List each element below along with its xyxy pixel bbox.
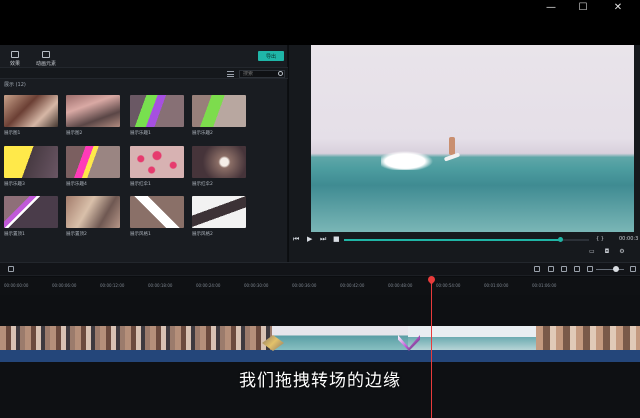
undo-icon[interactable] xyxy=(8,266,14,272)
previous-frame-button[interactable]: ⏮ xyxy=(293,236,299,243)
zoom-out-icon[interactable] xyxy=(587,266,593,272)
ruler-tick: 00:01:00:00 xyxy=(484,283,509,288)
maximize-button[interactable]: ☐ xyxy=(570,0,596,14)
effects-icon xyxy=(11,51,19,58)
category-label: 展示 (12) xyxy=(4,82,26,88)
media-thumbnail[interactable] xyxy=(192,146,246,178)
preview-timecode: 00:00:3 xyxy=(619,236,639,242)
media-thumbnail[interactable] xyxy=(130,95,184,127)
next-frame-button[interactable]: ⏭ xyxy=(320,236,326,243)
preview-tools[interactable]: ▭ ◘ ⚙ xyxy=(589,248,629,255)
video-clip[interactable] xyxy=(0,326,272,350)
media-thumbnail-label: 展示红伞1 xyxy=(130,182,151,187)
media-thumbnail[interactable] xyxy=(66,146,120,178)
subtitle-caption: 我们拖拽转场的边缘 xyxy=(239,371,401,391)
timeline-tracks xyxy=(0,295,640,418)
timeline-ruler[interactable]: 00:00:00:00 00:00:06:00 00:00:12:00 00:00:1… xyxy=(0,277,640,295)
ruler-tick: 00:00:30:00 xyxy=(244,283,269,288)
zoom-in-icon[interactable] xyxy=(630,266,636,272)
media-thumbnail[interactable] xyxy=(4,95,58,127)
surfboard xyxy=(443,152,461,162)
surfer xyxy=(449,137,455,155)
media-thumbnail[interactable] xyxy=(192,95,246,127)
media-thumbnail-label: 展示红伞2 xyxy=(192,182,213,187)
media-thumbnail-label: 展示乐趣1 xyxy=(130,131,151,136)
media-thumbnail-label: 展示置顶1 xyxy=(4,232,25,237)
ruler-tick: 00:00:24:00 xyxy=(196,283,221,288)
ruler-tick: 00:00:54:00 xyxy=(436,283,461,288)
scrubber-progress xyxy=(344,239,560,241)
video-clip[interactable] xyxy=(272,326,408,350)
mark-in-out[interactable]: { } xyxy=(596,236,604,242)
scrubber-handle[interactable] xyxy=(557,237,563,242)
media-thumbnail[interactable] xyxy=(130,146,184,178)
timeline-toolbar xyxy=(0,262,640,276)
play-button[interactable]: ▶ xyxy=(307,236,312,243)
media-thumbnail[interactable] xyxy=(4,146,58,178)
tab-effects[interactable]: 效果 xyxy=(10,51,20,67)
ruler-tick: 00:00:00:00 xyxy=(4,283,29,288)
preview-video xyxy=(311,45,634,232)
audio-mixer-icon[interactable] xyxy=(574,266,580,272)
media-thumbnail[interactable] xyxy=(66,196,120,228)
marker-icon[interactable] xyxy=(534,266,540,272)
video-clip[interactable] xyxy=(536,326,640,350)
list-view-icon[interactable] xyxy=(227,71,234,77)
ruler-tick: 00:00:48:00 xyxy=(388,283,413,288)
playback-bar: ⏮ ▶ ⏭ ■ { } 00:00:3 xyxy=(289,235,640,245)
shield-icon[interactable] xyxy=(548,266,554,272)
media-thumbnail-label: 展示图2 xyxy=(66,131,83,136)
media-thumbnail-label: 展示置顶2 xyxy=(66,232,87,237)
ruler-tick: 00:00:06:00 xyxy=(52,283,77,288)
minimize-button[interactable]: — xyxy=(538,0,564,14)
media-search-row xyxy=(0,67,288,79)
media-thumbnail-label: 展示乐趣2 xyxy=(192,131,213,136)
media-thumbnail-label: 展示乐趣3 xyxy=(4,182,25,187)
media-thumbnail-label: 展示图1 xyxy=(4,131,21,136)
preview-panel: ⏮ ▶ ⏭ ■ { } 00:00:3 ▭ ◘ ⚙ xyxy=(289,45,640,262)
playhead-line[interactable] xyxy=(431,282,432,418)
tab-elements[interactable]: 动画元素 xyxy=(36,51,56,67)
preview-scrubber[interactable] xyxy=(344,237,589,242)
media-panel: 效果 动画元素 导出 展示 (12) 展示图1 展示图2 展示乐趣1 展示乐趣2 展示乐… xyxy=(0,45,288,262)
media-thumbnail-label: 展示风格2 xyxy=(192,232,213,237)
video-clip[interactable] xyxy=(408,326,536,350)
video-track xyxy=(0,326,640,350)
ruler-tick: 00:00:18:00 xyxy=(148,283,173,288)
zoom-slider[interactable] xyxy=(596,269,624,270)
export-button[interactable]: 导出 xyxy=(258,51,284,61)
media-thumbnail[interactable] xyxy=(4,196,58,228)
search-icon[interactable] xyxy=(278,71,283,76)
media-thumbnail[interactable] xyxy=(66,95,120,127)
ruler-tick: 00:00:36:00 xyxy=(292,283,317,288)
ruler-tick: 00:00:12:00 xyxy=(100,283,125,288)
close-button[interactable]: ✕ xyxy=(605,0,631,14)
title-bar: — ☐ ✕ xyxy=(0,0,640,45)
media-thumbnail[interactable] xyxy=(130,196,184,228)
stop-button[interactable]: ■ xyxy=(333,236,340,243)
media-thumbnail[interactable] xyxy=(192,196,246,228)
elements-icon xyxy=(42,51,50,58)
voiceover-icon[interactable] xyxy=(561,266,567,272)
media-thumbnail-label: 展示乐趣4 xyxy=(66,182,87,187)
clip-selection-bar[interactable] xyxy=(0,350,640,362)
ruler-tick: 00:00:42:00 xyxy=(340,283,365,288)
media-thumbnail-label: 展示风格1 xyxy=(130,232,151,237)
wave-splash xyxy=(381,148,441,170)
zoom-slider-handle[interactable] xyxy=(613,266,619,272)
ruler-tick: 00:01:06:00 xyxy=(532,283,557,288)
